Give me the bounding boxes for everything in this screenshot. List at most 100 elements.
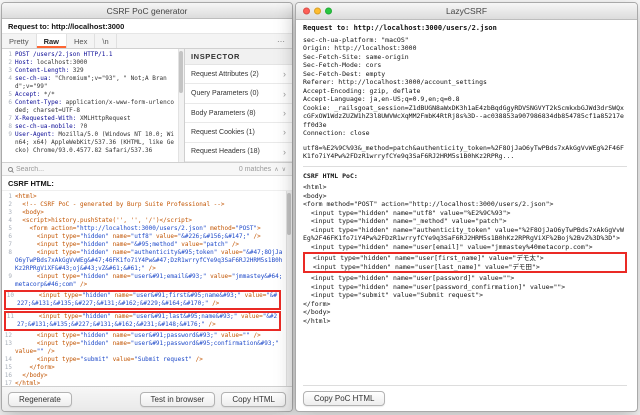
code-line: 11 <input type="hidden" name="user&#91;l… [6, 313, 279, 329]
text-line: sec-ch-ua-platform: "macOS" [303, 35, 409, 44]
poc-code: <html> <body> <form method="POST" action="… [303, 183, 627, 325]
line-number: 16 [4, 372, 12, 379]
code-line: 17 </html> [4, 380, 283, 386]
code-line: 2 Host: localhost:3000 [4, 59, 176, 67]
text-line: <input type="hidden" name="user[password… [303, 274, 515, 282]
inspector-section[interactable]: Request Headers (18) › [185, 142, 292, 163]
chevron-right-icon: › [283, 108, 286, 119]
text-line: </html> [303, 316, 331, 325]
left-window-title: CSRF PoC generator [106, 5, 188, 16]
code-text: sec-ch-ua-mobile: ?0 [15, 123, 88, 130]
text-line: <input type="hidden" name="user[last_nam… [305, 262, 540, 271]
code-text: <html> [15, 193, 37, 200]
chevron-right-icon: › [283, 146, 286, 157]
code-text: </body> [15, 372, 48, 379]
text-line: <html> [303, 183, 327, 191]
next-match-icon[interactable]: ∨ [282, 166, 286, 173]
inspector-section[interactable]: Request Cookies (1) › [185, 123, 292, 143]
text-line: <input type="hidden" name="user[first_na… [305, 254, 544, 262]
search-input[interactable] [16, 165, 236, 173]
code-text: <input type="hidden" name="user&#91;last… [17, 313, 278, 328]
inspector-section[interactable]: Request Attributes (2) › [185, 65, 292, 85]
scrollbar-thumb[interactable] [287, 193, 291, 235]
csrf-html-code[interactable]: 1 <html> 2 <!-- CSRF PoC - generated by Bu… [2, 191, 292, 386]
code-line: 9 User-Agent: Mozilla/5.0 (Windows NT 10.… [4, 131, 176, 155]
line-number: 12 [4, 332, 12, 339]
request-body-line: utf8=%E2%9C%93&_method=patch&authenticit… [303, 143, 624, 161]
inspector-section-label: Request Cookies (1) [191, 128, 255, 136]
request-lines: 1 POST /users/2.json HTTP/1.1 2 Host: local… [4, 51, 176, 155]
traffic-lights [303, 7, 332, 15]
code-line: 7 <input type="hidden" name="&#95;method… [4, 241, 283, 249]
scrollbar-thumb[interactable] [179, 51, 183, 93]
annotation-red-box: 11 <input type="hidden" name="user&#91;l… [4, 311, 281, 331]
copy-html-button[interactable]: Copy HTML [221, 391, 286, 407]
text-line: <input type="hidden" name="_method" valu… [303, 217, 507, 225]
tab-pretty[interactable]: Pretty [2, 34, 37, 48]
line-number: 8 [8, 123, 12, 130]
text-line: <input type="hidden" name="utf8" value="… [303, 208, 511, 217]
line-number: 7 [8, 241, 12, 248]
code-text: <form action="http://localhost:3000/user… [15, 225, 261, 232]
text-line: Sec-Fetch-Dest: empty [303, 69, 386, 78]
code-line: 3 Content-Length: 329 [4, 67, 176, 75]
inspector-section-label: Request Headers (18) [191, 148, 260, 156]
inspector-section-label: Request Attributes (2) [191, 70, 259, 78]
right-window-titlebar[interactable]: LazyCSRF [296, 3, 637, 20]
line-number: 15 [4, 364, 12, 371]
code-text: <input type="hidden" name="user&#91;firs… [17, 292, 278, 307]
code-text: User-Agent: Mozilla/5.0 (Windows NT 10.0… [15, 131, 174, 154]
code-line: 4 <script>history.pushState('', '', '/')… [4, 217, 283, 225]
code-line: 16 </body> [4, 372, 283, 380]
text-line: Accept-Encoding: gzip, deflate [303, 86, 421, 95]
code-text: <!-- CSRF PoC - generated by Burp Suite … [15, 201, 225, 208]
text-line: Sec-Fetch-Site: same-origin [303, 52, 409, 61]
zoom-icon[interactable] [325, 7, 332, 15]
line-number: 17 [4, 380, 12, 386]
search-icon [8, 166, 13, 172]
code-text: Content-Length: 329 [15, 67, 84, 74]
code-line: 15 </form> [4, 364, 283, 372]
code-line: 10 <input type="hidden" name="user&#91;f… [6, 292, 279, 308]
tab-hex[interactable]: Hex [67, 34, 96, 48]
regenerate-button[interactable]: Regenerate [8, 391, 72, 407]
lazycsrf-content: Request to: http://localhost:3000/users/… [296, 20, 637, 411]
raw-request-editor[interactable]: 1 POST /users/2.json HTTP/1.1 2 Host: local… [2, 49, 184, 162]
code-line: 6 <input type="hidden" name="utf8" value… [4, 233, 283, 241]
code-line: 8 <input type="hidden" name="authenticit… [4, 249, 283, 273]
test-in-browser-button[interactable]: Test in browser [139, 391, 216, 407]
line-number: 6 [8, 99, 12, 106]
code-text: <input type="hidden" name="utf8" value="… [15, 233, 261, 240]
search-match-count: 0 matches [238, 165, 272, 173]
code-text: </form> [15, 364, 55, 371]
line-number: 5 [8, 91, 12, 98]
close-icon[interactable] [303, 7, 310, 15]
csrf-html-lines: 1 <html> 2 <!-- CSRF PoC - generated by Bu… [4, 193, 283, 386]
line-number: 1 [8, 193, 12, 200]
line-number: 14 [4, 356, 12, 363]
tab-n[interactable]: \n [95, 34, 117, 48]
desktop: CSRF PoC generator Request to: http://lo… [0, 0, 640, 415]
previous-match-icon[interactable]: ∧ [274, 166, 278, 173]
editor-tabs: Pretty Raw Hex \n [2, 34, 117, 48]
text-line: <input type="hidden" name="user[password… [303, 282, 566, 291]
code-line: 13 <input type="hidden" name="user&#91;p… [4, 340, 283, 356]
code-text: </html> [15, 380, 41, 386]
minimize-icon[interactable] [314, 7, 321, 15]
poc-button-bar: Copy PoC HTML [303, 385, 627, 407]
inspector-section[interactable]: Body Parameters (8) › [185, 103, 292, 124]
code-text: <input type="hidden" name="user&#91;pass… [15, 340, 283, 355]
copy-poc-html-button[interactable]: Copy PoC HTML [303, 391, 386, 406]
inspector-sections: Request Attributes (2) › Query Parameters … [185, 65, 292, 163]
more-options-icon[interactable]: ⋯ [270, 34, 292, 48]
inspector-section-label: Query Parameters (0) [191, 90, 259, 98]
text-line: </body> [303, 308, 331, 316]
scrollbar-track [286, 191, 292, 386]
code-line: 4 sec-ch-ua: "Chromium";v="93", " Not;A B… [4, 75, 176, 91]
code-line: 1 POST /users/2.json HTTP/1.1 [4, 51, 176, 59]
line-number: 13 [4, 340, 12, 347]
inspector-section[interactable]: Query Parameters (0) › [185, 84, 292, 104]
code-line: 14 <input type="submit" value="Submit re… [4, 356, 283, 364]
left-window-titlebar[interactable]: CSRF PoC generator [2, 3, 292, 19]
tab-raw[interactable]: Raw [36, 34, 68, 48]
